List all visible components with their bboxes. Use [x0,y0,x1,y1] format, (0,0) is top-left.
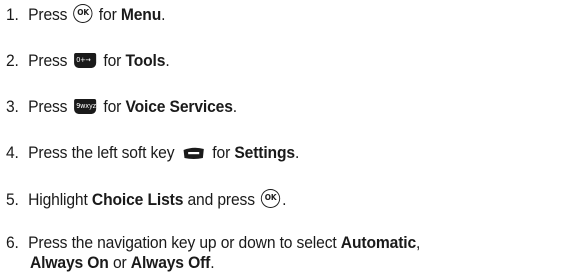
step-6: 6. Press the navigation key up or down to… [6,233,421,252]
menu-label: Menu [120,5,162,24]
step-text: and press [187,190,255,209]
step-text: Press the navigation key up or down to s… [28,233,337,252]
left-soft-key-icon [182,146,204,160]
step-number: 6. [6,233,19,252]
step-text: for [212,143,231,162]
choice-lists-label: Choice Lists [91,190,184,209]
step-number: 4. [6,143,19,162]
automatic-label: Automatic [340,233,417,252]
ok-key-icon: OK [260,189,281,208]
step-text: for [103,51,122,70]
step-1: 1. Press OK for Menu. [6,4,166,24]
step-text: Highlight [28,190,88,209]
step-2: 2. Press 0+→ for Tools. [6,51,170,70]
step-text: Press [28,5,68,24]
ok-key-icon: OK [73,4,93,23]
nine-key-icon: 9wxyz [74,99,97,114]
step-text: Press [28,97,68,116]
always-on-label: Always On [30,253,109,272]
step-text: or [112,253,127,272]
step-number: 3. [6,97,19,116]
voice-services-label: Voice Services [125,97,233,116]
step-6-continuation: Always On or Always Off. [30,253,215,272]
step-5: 5. Highlight Choice Lists and press OK. [6,189,287,209]
step-text: Press [28,51,68,70]
instruction-steps: 1. Press OK for Menu. 2. Press 0+→ for Too… [0,0,581,274]
step-text: for [103,97,122,116]
always-off-label: Always Off [130,253,211,272]
step-number: 2. [6,51,19,70]
step-number: 1. [6,5,19,24]
step-number: 5. [6,190,19,209]
tools-label: Tools [125,51,166,70]
step-text: Press the left soft key [28,143,175,162]
step-4: 4. Press the left soft key for Settings. [6,143,300,162]
zero-key-icon: 0+→ [74,53,97,68]
step-text: for [98,5,117,24]
step-3: 3. Press 9wxyz for Voice Services. [6,97,238,116]
settings-label: Settings [234,143,295,162]
